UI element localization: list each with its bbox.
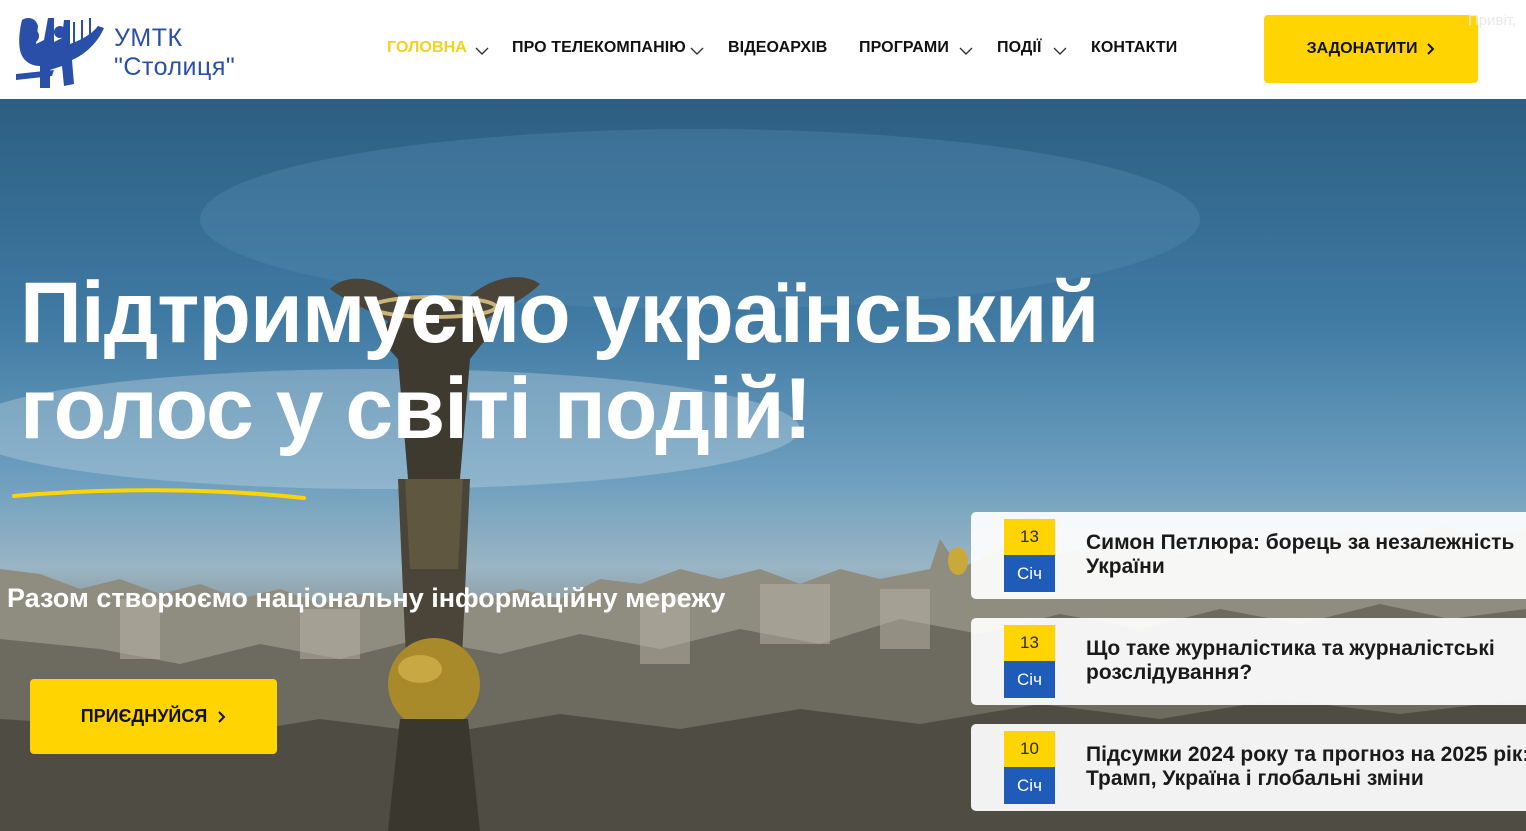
news-card[interactable]: 13 Січ Що таке журналістика та журналіст… [971, 618, 1526, 705]
date-badge: 10 Січ [1004, 731, 1055, 804]
nav-item-label: ПРО ТЕЛЕКОМПАНІЮ [512, 39, 686, 56]
user-greeting: Привіт, [1468, 12, 1517, 29]
donate-button[interactable]: ЗАДОНАТИТИ [1264, 15, 1478, 83]
site-logo[interactable]: УМТК "Столиця" [14, 14, 274, 92]
date-month: Січ [1004, 767, 1055, 804]
nav-item-events[interactable]: ПОДІЇ [997, 39, 1067, 61]
news-title[interactable]: Симон Петлюра: борець за незалежність Ук… [1086, 531, 1526, 579]
hero-title-line-2: голос у світі подій! [20, 360, 812, 457]
nav-item-video-archive[interactable]: ВІДЕОАРХІВ [728, 39, 827, 61]
hero-title-line-1: Підтримуємо український [20, 264, 1099, 361]
nav-item-label: КОНТАКТИ [1091, 39, 1178, 56]
nav-item-label: ГОЛОВНА [387, 39, 467, 56]
hero-underline-decoration [12, 488, 306, 500]
date-month: Січ [1004, 555, 1055, 592]
chevron-right-icon [1427, 43, 1435, 55]
nav-item-programs[interactable]: ПРОГРАМИ [859, 39, 973, 61]
donate-label: ЗАДОНАТИТИ [1306, 40, 1418, 57]
date-day: 13 [1004, 625, 1055, 661]
logo-line-1: УМТК [114, 24, 183, 52]
date-badge: 13 Січ [1004, 625, 1055, 698]
nav-item-about[interactable]: ПРО ТЕЛЕКОМПАНІЮ [512, 39, 704, 61]
news-card[interactable]: 13 Січ Симон Петлюра: борець за незалежн… [971, 512, 1526, 599]
site-header: УМТК "Столиця" ГОЛОВНА ПРО ТЕЛЕКОМПАНІЮ … [0, 0, 1526, 99]
hero-title: Підтримуємо український голос у світі по… [20, 265, 1280, 457]
join-label: ПРИЄДНУЙСЯ [80, 706, 208, 726]
chevron-down-icon[interactable] [959, 46, 973, 56]
join-button[interactable]: ПРИЄДНУЙСЯ [30, 679, 277, 754]
logo-text: УМТК "Столиця" [114, 24, 235, 82]
chevron-down-icon[interactable] [475, 46, 489, 56]
date-month: Січ [1004, 661, 1055, 698]
hero-subtitle: Разом створюємо національну інформаційну… [7, 583, 726, 613]
nav-item-contacts[interactable]: КОНТАКТИ [1091, 39, 1177, 61]
nav-item-home[interactable]: ГОЛОВНА [387, 39, 489, 61]
date-day: 10 [1004, 731, 1055, 767]
date-day: 13 [1004, 519, 1055, 555]
news-card[interactable]: 10 Січ Підсумки 2024 року та прогноз на … [971, 724, 1526, 811]
logo-icon [16, 18, 105, 88]
hero-section: Підтримуємо український голос у світі по… [0, 99, 1526, 831]
logo-line-2: "Столиця" [114, 53, 236, 81]
date-badge: 13 Січ [1004, 519, 1055, 592]
news-title[interactable]: Що таке журналістика та журналістські ро… [1086, 637, 1526, 685]
nav-item-label: ПРОГРАМИ [859, 39, 949, 56]
chevron-right-icon [218, 710, 226, 723]
chevron-down-icon[interactable] [1053, 46, 1067, 56]
chevron-down-icon[interactable] [690, 46, 704, 56]
news-title[interactable]: Підсумки 2024 року та прогноз на 2025 рі… [1086, 743, 1526, 791]
nav-item-label: ПОДІЇ [997, 39, 1042, 56]
nav-item-label: ВІДЕОАРХІВ [728, 39, 828, 56]
